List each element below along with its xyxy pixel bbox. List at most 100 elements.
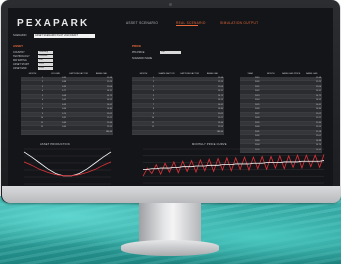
asset-field-label: ASSET END	[13, 67, 27, 70]
table-cell: 15.06	[217, 85, 223, 88]
asset-field-label: MW RATING	[13, 59, 27, 62]
table-cell: 15.02	[315, 112, 321, 115]
table-cell: 15.48	[217, 76, 223, 79]
table-cell	[44, 131, 67, 135]
table-cell	[178, 95, 201, 99]
table-cell: 14.80	[217, 108, 223, 110]
table-cell	[67, 117, 90, 121]
table-cell: 5	[41, 94, 43, 97]
table-cell: 8	[152, 108, 154, 110]
table-cell: 15.48	[315, 76, 321, 79]
asset-section-title: ASSET	[13, 44, 24, 48]
table-cell	[67, 126, 90, 130]
table-cell: 6	[152, 99, 154, 101]
table-cell: 0.68	[62, 94, 66, 97]
table-cell	[155, 99, 178, 103]
monitor-frame: PEXAPARK ASSET SCENARIO REAL SCENARIO SI…	[1, 0, 341, 203]
asset-field-input[interactable]: 100	[38, 59, 53, 62]
table-cell: 15.55	[217, 126, 223, 128]
monitor-chin	[2, 186, 341, 203]
table-cell: 9	[152, 112, 154, 115]
table-cell: 0.66	[62, 108, 66, 110]
table-cell: 2019	[255, 76, 260, 79]
table-cell: 14.91	[217, 90, 223, 92]
tab-simulation-output[interactable]: SIMULATION OUTPUT	[220, 21, 258, 25]
table-cell	[261, 81, 282, 85]
table-cell: 14.61	[315, 103, 321, 106]
table-cell: 2	[152, 81, 154, 83]
table-cell: 15.21	[315, 117, 321, 119]
table-cell: 10	[151, 117, 154, 119]
table-cell	[155, 131, 178, 135]
asset-field-input[interactable]: Germany	[38, 51, 53, 54]
table-cell: 184.60	[216, 130, 223, 133]
table-cell: 14.61	[106, 103, 112, 106]
asset-field-input[interactable]: Onshore	[38, 55, 53, 58]
table-cell	[155, 95, 178, 99]
table-cell: 0.86	[62, 121, 66, 124]
monitor-stand-neck	[139, 203, 201, 243]
brand-logo: PEXAPARK	[17, 18, 90, 29]
table-cell	[281, 81, 302, 85]
table-cell	[67, 99, 90, 103]
yearly-baseload-table: YEAR MONTH BASELOAD PRICE BASELOAD 2019 15.48…	[240, 73, 322, 153]
asset-field-input[interactable]: 2039	[38, 67, 53, 70]
table-cell: 0.63	[62, 103, 66, 106]
series-line	[23, 151, 112, 177]
table-cell	[178, 117, 201, 121]
table-cell: 15.55	[106, 126, 112, 128]
table-cell	[178, 104, 201, 108]
table-cell	[261, 95, 282, 99]
monitor-stand-base	[121, 240, 219, 256]
table-cell: 11	[40, 121, 43, 124]
table-cell: 2023	[255, 94, 260, 97]
table-cell: 5	[152, 94, 154, 97]
table-cell	[281, 140, 302, 144]
table-cell	[155, 113, 178, 117]
table-cell	[281, 104, 302, 108]
app-screen: PEXAPARK ASSET SCENARIO REAL SCENARIO SI…	[8, 8, 333, 188]
table-cell	[281, 99, 302, 103]
table-cell	[155, 117, 178, 121]
table-cell: 8	[41, 108, 43, 110]
table-cell: 15.40	[217, 121, 223, 124]
table-cell	[281, 135, 302, 139]
ppa-price-label: PPA PRICE	[132, 51, 145, 54]
table-cell	[21, 131, 44, 135]
table-cell: 14.80	[106, 108, 112, 110]
table-cell: 12	[151, 126, 154, 128]
table-cell	[261, 99, 282, 103]
table-cell: 0.89	[62, 126, 66, 128]
asset-field-label: ASSET START	[13, 63, 30, 66]
table-cell	[178, 126, 201, 130]
table-cell: 2	[41, 81, 43, 83]
table-cell: 2027	[255, 112, 260, 115]
monthly-price-curve-chart	[142, 148, 325, 184]
table-cell: 0.88	[62, 81, 66, 83]
ppa-price-field[interactable]: 150	[160, 51, 181, 54]
table-cell: 12	[40, 126, 43, 128]
scenario-input[interactable]: ASSET SCENARIO PILOT 2019 DRAFT	[34, 34, 95, 38]
scenario-name-label: SCENARIO NAME	[132, 57, 153, 60]
table-cell	[178, 108, 201, 112]
table-cell	[132, 131, 155, 135]
table-cell	[155, 122, 178, 126]
monthly-volume-table: MONTH VOLUME CAPTURE FACTOR BASELOAD 1 0.85 15…	[21, 73, 113, 135]
table-cell: 14.75	[217, 94, 223, 97]
table-cell: 184.60	[105, 130, 112, 133]
table-cell: 0.81	[62, 117, 66, 119]
table-cell: 14.75	[106, 94, 112, 97]
table-cell: 2030	[255, 126, 260, 128]
tab-asset-scenario[interactable]: ASSET SCENARIO	[126, 21, 158, 25]
scenario-bar: SCENARIO ASSET SCENARIO PILOT 2019 DRAFT	[13, 34, 328, 38]
table-cell	[261, 140, 282, 144]
table-cell: 15.06	[106, 85, 112, 88]
table-cell: 15.21	[217, 117, 223, 119]
table-cell	[155, 104, 178, 108]
series-line	[23, 161, 112, 177]
table-cell: 6	[41, 99, 43, 101]
camera-icon	[169, 3, 172, 6]
table-cell: 14.52	[106, 99, 112, 101]
asset-field-input[interactable]: 2019	[38, 63, 53, 66]
table-cell: 2021	[255, 85, 260, 88]
